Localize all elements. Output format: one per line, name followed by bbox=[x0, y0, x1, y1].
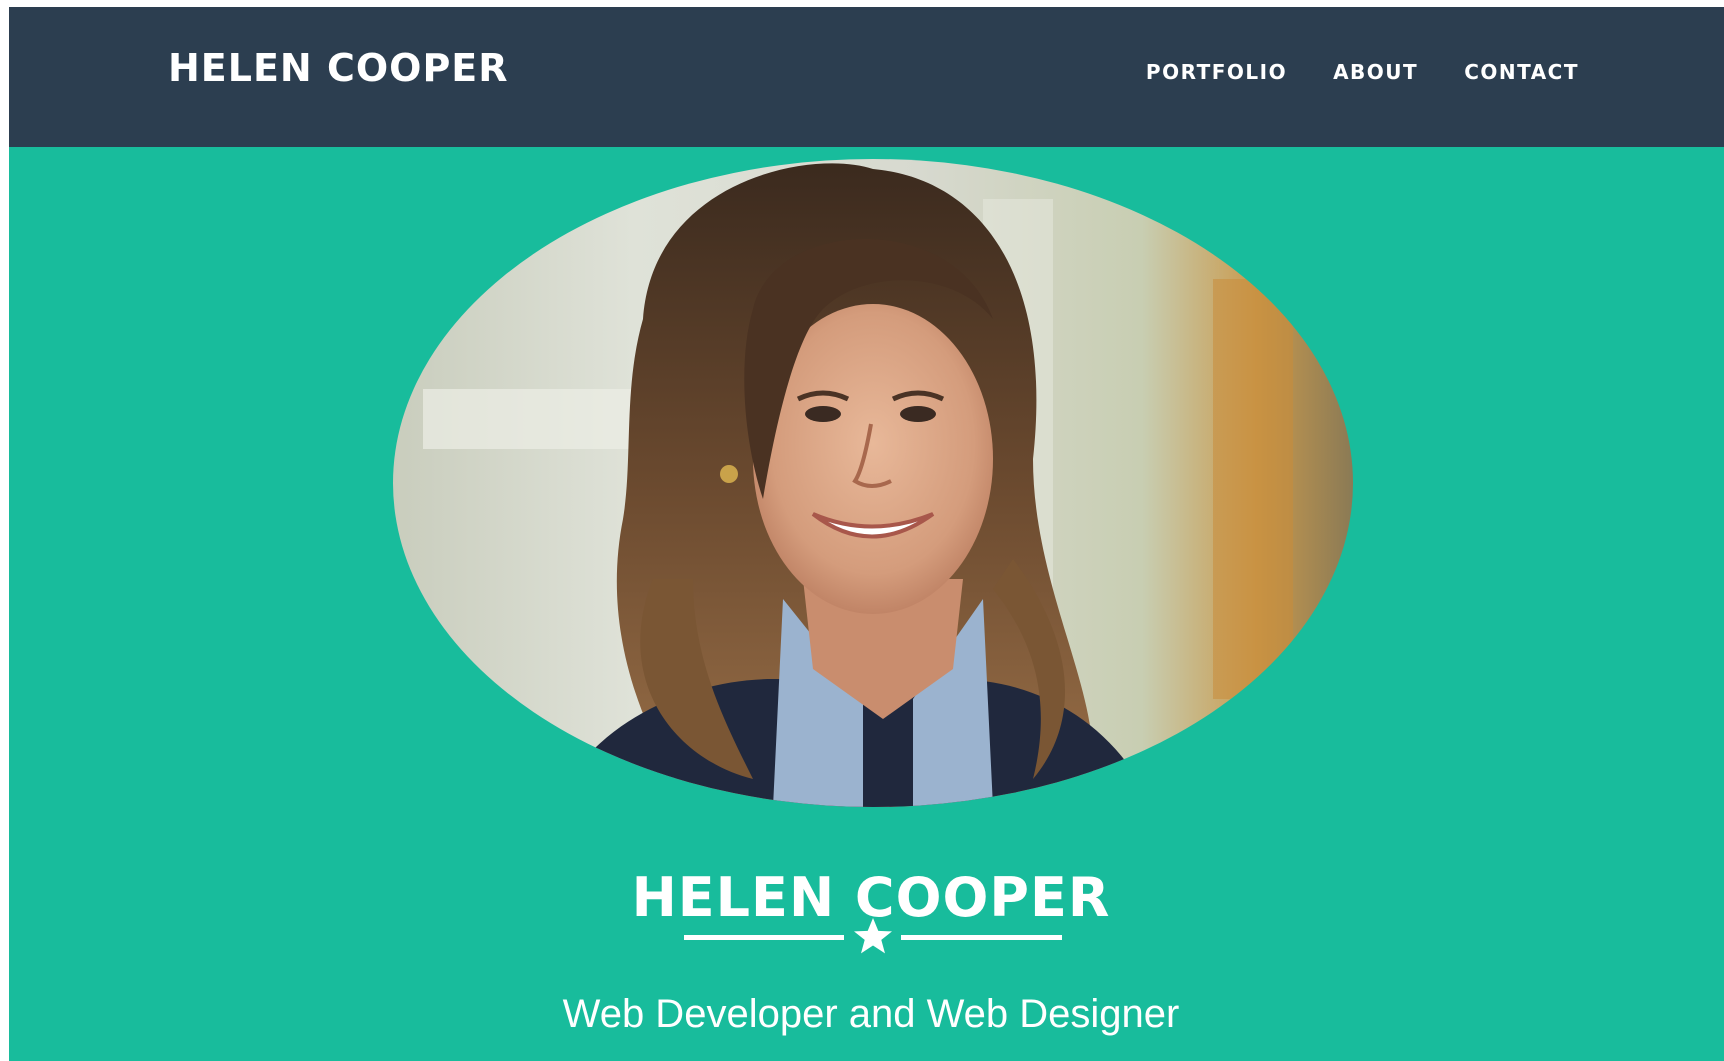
divider-line-right bbox=[901, 935, 1062, 940]
nav-link-about[interactable]: ABOUT bbox=[1333, 59, 1418, 85]
page: HELEN COOPER PORTFOLIO ABOUT CONTACT HEL… bbox=[9, 7, 1724, 1061]
nav-link-contact[interactable]: CONTACT bbox=[1464, 59, 1579, 85]
star-icon bbox=[854, 918, 892, 954]
hero-tagline: Web Developer and Web Designer bbox=[562, 992, 1180, 1036]
profile-photo bbox=[393, 159, 1353, 807]
nav-menu: PORTFOLIO ABOUT CONTACT bbox=[1146, 59, 1579, 85]
star-divider bbox=[684, 917, 1062, 957]
divider-line-left bbox=[684, 935, 844, 940]
hero-section: HELEN COOPER Web Developer and Web Desig… bbox=[9, 147, 1724, 1061]
nav-link-portfolio[interactable]: PORTFOLIO bbox=[1146, 59, 1287, 85]
brand-link[interactable]: HELEN COOPER bbox=[168, 45, 509, 91]
navbar: HELEN COOPER PORTFOLIO ABOUT CONTACT bbox=[9, 7, 1724, 147]
